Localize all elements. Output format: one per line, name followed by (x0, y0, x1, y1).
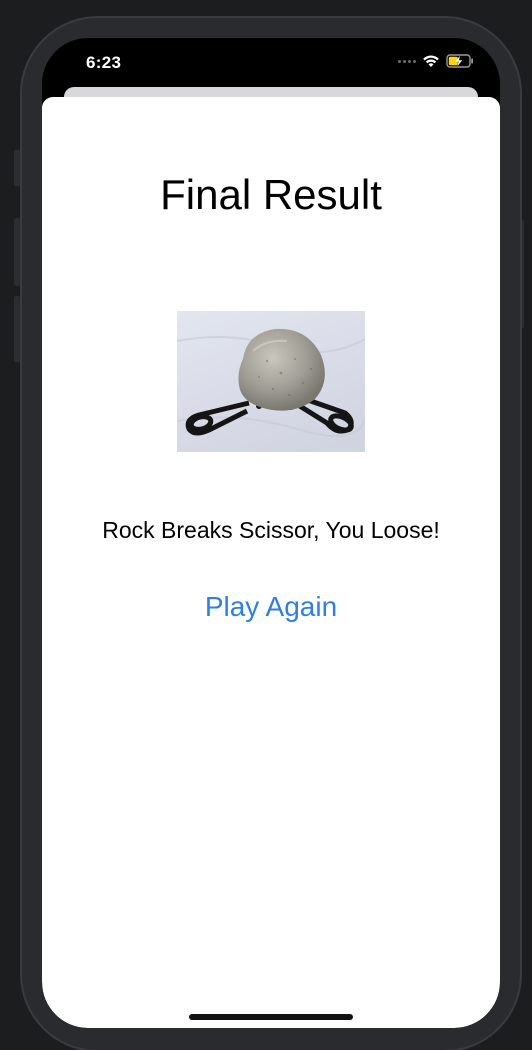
home-indicator[interactable] (189, 1014, 353, 1020)
battery-charging-icon (446, 54, 474, 68)
result-sheet: Final Result Rock Breaks Scissor, You Lo… (42, 97, 500, 1028)
status-icons (398, 54, 474, 68)
page-title: Final Result (160, 171, 382, 218)
result-message: Rock Breaks Scissor, You Loose! (102, 517, 440, 543)
signal-dots-icon (398, 59, 416, 63)
rock-on-scissors-image (177, 311, 365, 452)
status-time: 6:23 (86, 53, 122, 72)
wifi-icon (422, 54, 440, 68)
play-again-button[interactable]: Play Again (171, 587, 371, 627)
phone-screen: 6:23 Final Result Rock Breaks Scissor, Y… (42, 38, 500, 1028)
device-stage: 6:23 Final Result Rock Breaks Scissor, Y… (0, 0, 532, 1050)
notch (156, 38, 386, 71)
